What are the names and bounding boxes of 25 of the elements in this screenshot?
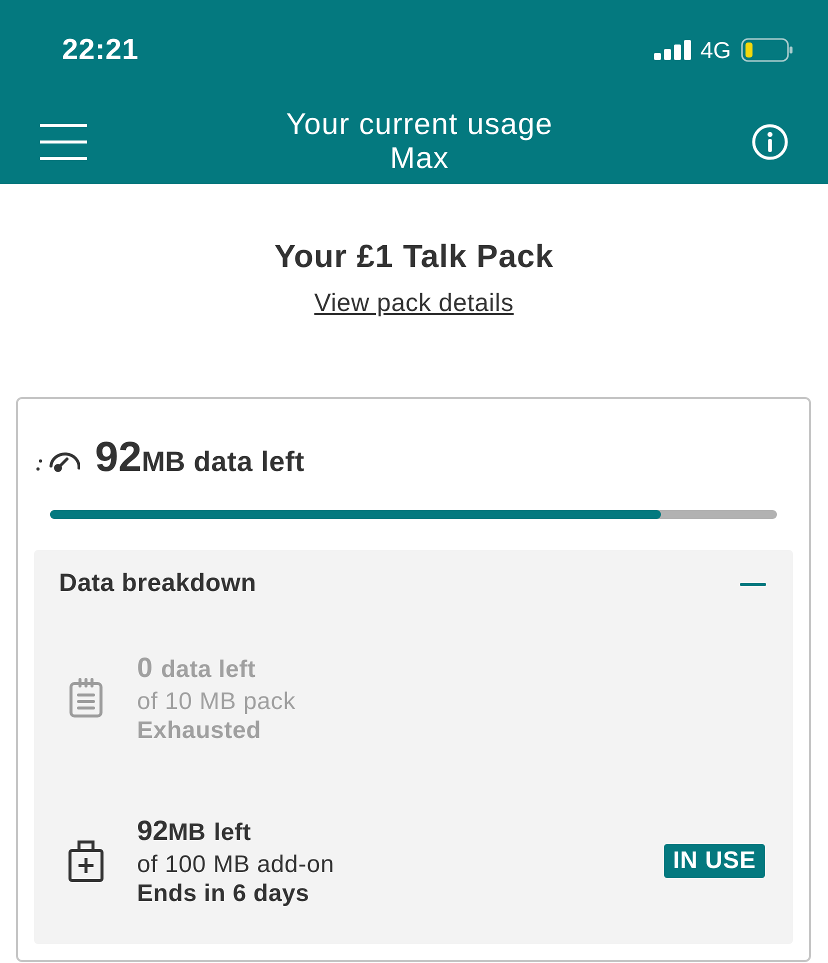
data-left-label: left bbox=[214, 818, 252, 848]
data-left-label: data left bbox=[194, 446, 305, 478]
network-type: 4G bbox=[700, 36, 731, 64]
pack-details-link[interactable]: View pack details bbox=[314, 288, 514, 318]
collapse-icon[interactable] bbox=[740, 582, 766, 586]
data-left-label: data left bbox=[160, 655, 256, 685]
clock-time: 22:21 bbox=[62, 34, 139, 66]
allowance-text: of 10 MB pack bbox=[137, 687, 296, 716]
header-title: Your current usage bbox=[286, 108, 553, 142]
signal-icon bbox=[654, 40, 692, 60]
menu-icon[interactable] bbox=[40, 124, 87, 160]
status-text: Ends in 6 days bbox=[137, 879, 310, 908]
pack-title: Your £1 Talk Pack bbox=[274, 237, 554, 276]
data-amount: 0 bbox=[137, 651, 153, 685]
data-amount: 92 bbox=[95, 433, 142, 481]
battery-icon bbox=[741, 38, 793, 62]
data-amount: 92 bbox=[137, 814, 168, 848]
data-unit: MB bbox=[168, 818, 206, 848]
allowance-text: of 100 MB add-on bbox=[137, 850, 334, 879]
status-badge: IN USE bbox=[664, 844, 765, 878]
info-icon[interactable] bbox=[752, 124, 788, 160]
header-subtitle: Max bbox=[390, 142, 450, 176]
status-text: Exhausted bbox=[137, 716, 262, 745]
breakdown-title: Data breakdown bbox=[59, 568, 256, 598]
data-unit: MB bbox=[142, 446, 186, 478]
